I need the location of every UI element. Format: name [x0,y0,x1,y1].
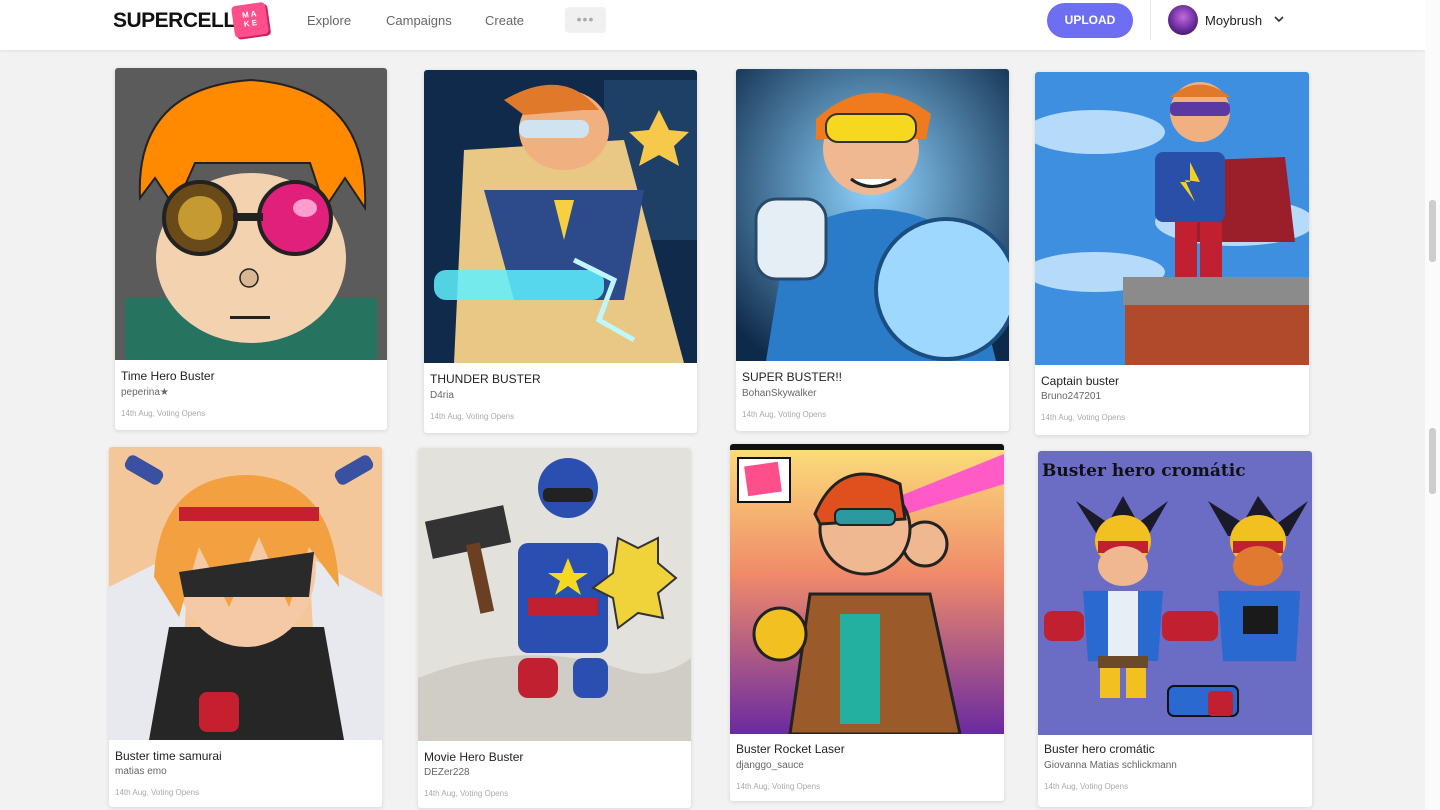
card-voting-status: 14th Aug, Voting Opens [1044,782,1129,791]
card-author[interactable]: Bruno247201 [1041,391,1101,402]
header-divider [1150,0,1151,40]
more-menu-button[interactable]: ••• [565,7,606,33]
artwork-image[interactable] [109,447,382,740]
card-voting-status: 14th Aug, Voting Opens [430,412,515,421]
artwork-card[interactable]: Buster time samurai matias emo 14th Aug,… [109,447,382,807]
card-author[interactable]: djanggo_sauce [736,760,804,771]
artwork-image[interactable] [736,69,1009,361]
artwork-card[interactable]: Movie Hero Buster DEZer228 14th Aug, Vot… [418,448,691,808]
card-voting-status: 14th Aug, Voting Opens [121,409,206,418]
artwork-card[interactable]: SUPER BUSTER!! BohanSkywalker 14th Aug, … [736,69,1009,431]
top-navigation-bar: SUPERCELL M AK E Explore Campaigns Creat… [0,0,1425,50]
scrollbar-thumb[interactable] [1429,200,1436,262]
scrollbar-track[interactable] [1425,0,1440,810]
card-title[interactable]: Captain buster [1041,374,1119,388]
card-author[interactable]: D4ria [430,390,454,401]
card-title[interactable]: Movie Hero Buster [424,750,523,764]
artwork-caption-text: Buster hero cromátic [1042,461,1246,481]
card-author[interactable]: Giovanna Matias schlickmann [1044,760,1177,771]
user-avatar[interactable] [1168,5,1198,35]
artwork-card[interactable]: THUNDER BUSTER D4ria 14th Aug, Voting Op… [424,70,697,433]
make-badge-logo: M AK E [230,1,270,39]
artwork-image[interactable] [730,444,1004,734]
artwork-card[interactable]: Captain buster Bruno247201 14th Aug, Vot… [1035,72,1309,435]
card-voting-status: 14th Aug, Voting Opens [424,789,509,798]
card-voting-status: 14th Aug, Voting Opens [115,788,200,797]
artwork-card[interactable]: Buster Rocket Laser djanggo_sauce 14th A… [730,444,1004,801]
scrollbar-thumb-secondary[interactable] [1429,428,1436,494]
artwork-image[interactable] [418,448,691,741]
supercell-logo[interactable]: SUPERCELL [113,9,236,33]
nav-campaigns[interactable]: Campaigns [386,13,452,28]
nav-create[interactable]: Create [485,13,524,28]
card-title[interactable]: Buster Rocket Laser [736,742,845,756]
card-title[interactable]: Buster hero cromátic [1044,742,1155,756]
card-title[interactable]: SUPER BUSTER!! [742,370,842,384]
card-title[interactable]: THUNDER BUSTER [430,372,541,386]
card-title[interactable]: Buster time samurai [115,749,222,763]
card-author[interactable]: DEZer228 [424,767,470,778]
card-title[interactable]: Time Hero Buster [121,369,215,383]
artwork-card[interactable]: Time Hero Buster peperina★ 14th Aug, Vot… [115,68,387,430]
artwork-card[interactable]: Buster hero cromátic Buster hero cromáti… [1038,451,1312,807]
chevron-down-icon[interactable] [1272,12,1286,26]
card-author[interactable]: peperina★ [121,387,169,398]
artwork-image[interactable] [115,68,387,360]
card-voting-status: 14th Aug, Voting Opens [742,410,827,419]
card-author[interactable]: matias emo [115,766,167,777]
user-name[interactable]: Moybrush [1205,13,1262,28]
artwork-image[interactable] [424,70,697,363]
card-author[interactable]: BohanSkywalker [742,388,816,399]
artwork-image[interactable] [1035,72,1309,365]
nav-explore[interactable]: Explore [307,13,351,28]
card-voting-status: 14th Aug, Voting Opens [1041,413,1126,422]
upload-button[interactable]: UPLOAD [1047,3,1133,38]
card-voting-status: 14th Aug, Voting Opens [736,782,821,791]
artwork-image[interactable]: Buster hero cromátic [1038,451,1312,735]
